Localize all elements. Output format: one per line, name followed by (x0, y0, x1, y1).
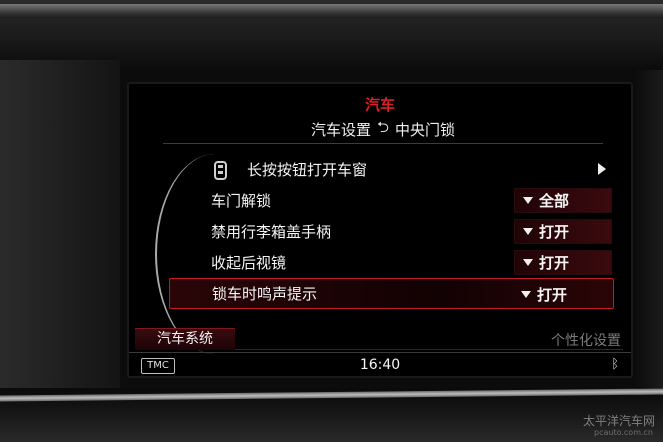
breadcrumb-parent[interactable]: 汽车设置 (311, 119, 371, 140)
watermark-url: pcauto.com.cn (594, 428, 653, 437)
dashboard-bezel-right (632, 70, 663, 390)
dashboard-trim-top (0, 4, 663, 18)
dropdown-arrow-icon (521, 291, 531, 298)
menu-item-label: 锁车时鸣声提示 (212, 285, 318, 303)
menu-item-door-unlock[interactable]: 车门解锁 全部 (169, 185, 614, 216)
breadcrumb-current: 中央门锁 (395, 121, 456, 139)
menu-item-trunk-handle[interactable]: 禁用行李箱盖手柄 打开 (169, 216, 614, 247)
menu-item-label: 收起后视镜 (211, 254, 287, 272)
dropdown-arrow-icon (523, 197, 533, 204)
settings-menu: 长按按钮打开车窗 车门解锁 全部 禁用行李箱盖手柄 打开 收起后视镜 打开 锁车… (169, 154, 614, 309)
menu-item-label: 长按按钮打开车窗 (247, 161, 368, 179)
tab-car-system[interactable]: 汽车系统 (135, 328, 235, 350)
tab-personalization[interactable]: 个性化设置 (551, 330, 621, 350)
menu-item-label: 禁用行李箱盖手柄 (211, 223, 332, 241)
option-dropdown[interactable]: 打开 (514, 250, 612, 275)
breadcrumb: 汽车设置 ⮌ 中央门锁 (163, 116, 603, 144)
option-dropdown[interactable]: 全部 (514, 188, 612, 213)
back-arrow-icon[interactable]: ⮌ (377, 117, 389, 142)
remote-key-icon (214, 161, 227, 180)
screen-title: 汽车 (364, 96, 395, 114)
option-dropdown[interactable]: 打开 (513, 282, 611, 307)
status-bar: TMC 16:40 ᛒ (129, 352, 631, 376)
bluetooth-icon: ᛒ (611, 357, 619, 372)
option-value: 打开 (537, 286, 568, 304)
dashboard-bezel-left (0, 60, 120, 390)
submenu-arrow-icon (598, 163, 606, 175)
option-value: 全部 (539, 192, 570, 210)
mmi-screen: 汽车 汽车设置 ⮌ 中央门锁 长按按钮打开车窗 车门解锁 全部 禁用行李箱盖手柄… (127, 82, 633, 378)
dropdown-arrow-icon (523, 259, 533, 266)
dropdown-arrow-icon (523, 228, 533, 235)
option-dropdown[interactable]: 打开 (514, 219, 612, 244)
option-value: 打开 (539, 254, 570, 272)
menu-item-label: 车门解锁 (211, 192, 272, 210)
menu-item-lock-beep[interactable]: 锁车时鸣声提示 打开 (169, 278, 614, 309)
menu-item-window-open[interactable]: 长按按钮打开车窗 (169, 154, 614, 185)
watermark: 太平洋汽车网 (582, 414, 655, 428)
menu-item-fold-mirrors[interactable]: 收起后视镜 打开 (169, 247, 614, 278)
clock: 16:40 (359, 357, 401, 373)
tab-bar: 汽车系统 个性化设置 (129, 328, 631, 350)
option-value: 打开 (539, 223, 570, 241)
